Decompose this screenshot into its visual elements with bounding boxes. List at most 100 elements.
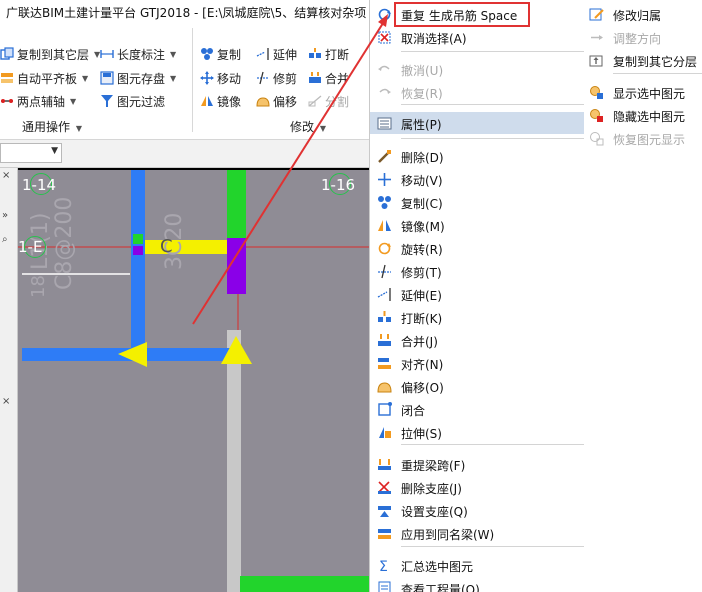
- auto-align-button[interactable]: 自动平齐板 ▼: [0, 68, 88, 88]
- modify-group-text: 修改: [290, 120, 315, 134]
- chevron-down-icon: ▼: [319, 124, 326, 133]
- merge-icon: [377, 333, 392, 348]
- menu-item-copy[interactable]: 复制(C): [370, 191, 585, 213]
- extend-button[interactable]: 延伸: [256, 44, 297, 64]
- trim-button[interactable]: 修剪: [256, 68, 297, 88]
- redo-icon: [377, 85, 392, 100]
- menu-item-sum-selected[interactable]: Σ 汇总选中图元: [370, 554, 585, 576]
- menu-separator: [401, 51, 585, 52]
- menu-separator: [613, 73, 702, 74]
- search-icon[interactable]: ⌕: [2, 234, 8, 245]
- menu-item-offset[interactable]: 偏移(O): [370, 375, 585, 397]
- beam-green[interactable]: [227, 170, 246, 240]
- auto-align-label: 自动平齐板: [17, 71, 78, 86]
- drawing-canvas[interactable]: L1(1) C8@200 3C20 18 C 1-14 1-16 1-E: [18, 168, 375, 592]
- close-icon[interactable]: ×: [2, 396, 10, 407]
- window-title: 广联达BIM土建计量平台 GTJ2018 - [E:\凤城庭院\5、结算核对杂项: [6, 6, 367, 20]
- common-ops-group-text: 通用操作: [22, 120, 71, 134]
- two-point-axis-button[interactable]: 两点辅轴 ▼: [0, 91, 76, 111]
- menu-item-label: 复制(C): [401, 197, 443, 211]
- modify-group-label[interactable]: 修改 ▼: [290, 118, 326, 135]
- chevron-down-icon: ▼: [82, 73, 89, 83]
- menu-item-reextract-span[interactable]: 重提梁跨(F): [370, 453, 585, 475]
- set-support-icon: [377, 503, 392, 518]
- cancel-select-icon: [377, 30, 392, 45]
- copy-to-layer-icon: [589, 53, 604, 68]
- copy-icon: [200, 47, 214, 61]
- menu-item-copy-to-layer[interactable]: 复制到其它分层: [584, 49, 702, 71]
- offset-button[interactable]: 偏移: [256, 91, 297, 111]
- menu-item-adjust-direction: 调整方向: [584, 26, 702, 48]
- beam-vertical-blue[interactable]: [131, 170, 145, 355]
- menu-item-stretch[interactable]: 拉伸(S): [370, 421, 585, 443]
- menu-item-edit-attribution[interactable]: 修改归属: [584, 3, 702, 25]
- menu-item-move[interactable]: 移动(V): [370, 168, 585, 190]
- split-button[interactable]: 分割: [308, 91, 349, 111]
- copy-to-floor-button[interactable]: 复制到其它层 ▼: [0, 44, 100, 64]
- break-icon: [308, 47, 322, 61]
- menu-item-delete-support[interactable]: 删除支座(J): [370, 476, 585, 498]
- left-panel-strip: × » ⌕ ×: [0, 168, 18, 592]
- sum-selected-icon: Σ: [377, 558, 392, 575]
- context-menu: 重复 生成吊筋 Space 取消选择(A) 撤消(U) 恢复(R) 属性(P) 删除(D)…: [369, 0, 585, 592]
- menu-item-mirror[interactable]: 镜像(M): [370, 214, 585, 236]
- menu-item-label: 旋转(R): [401, 243, 443, 257]
- column-purple[interactable]: [227, 238, 246, 294]
- properties-icon: [377, 116, 392, 131]
- merge-button[interactable]: 合并: [308, 68, 349, 88]
- break-button[interactable]: 打断: [308, 44, 349, 64]
- close-icon[interactable]: ×: [2, 170, 10, 181]
- menu-item-close-shape[interactable]: 闭合: [370, 398, 585, 420]
- offset-icon: [377, 379, 392, 394]
- menu-separator: [401, 546, 585, 547]
- chevron-down-icon: ▼: [170, 49, 177, 59]
- menu-item-label: 修剪(T): [401, 266, 442, 280]
- trim-label: 修剪: [273, 71, 298, 86]
- two-point-axis-label: 两点辅轴: [17, 94, 66, 109]
- beam-green-bottom[interactable]: [240, 576, 375, 592]
- wall-strip: [227, 330, 241, 592]
- move-button[interactable]: 移动: [200, 68, 241, 88]
- menu-item-rotate[interactable]: 旋转(R): [370, 237, 585, 259]
- common-ops-group-label[interactable]: 通用操作 ▼: [22, 118, 82, 135]
- reextract-span-icon: [377, 457, 392, 472]
- menu-item-label: 显示选中图元: [613, 87, 686, 101]
- mirror-icon: [200, 94, 214, 108]
- menu-item-label: 重提梁跨(F): [401, 459, 466, 473]
- menu-item-break[interactable]: 打断(K): [370, 306, 585, 328]
- menu-item-label: 删除(D): [401, 151, 444, 165]
- beam-yellow[interactable]: [145, 240, 231, 254]
- beam-label: C: [160, 236, 173, 257]
- menu-item-align[interactable]: 对齐(N): [370, 352, 585, 374]
- menu-item-undo: 撤消(U): [370, 58, 585, 80]
- floor-select[interactable]: ▼: [0, 143, 62, 163]
- menu-separator: [401, 444, 585, 445]
- menu-item-hide-selected[interactable]: 隐藏选中图元: [584, 104, 702, 126]
- menu-item-cancel-select[interactable]: 取消选择(A): [370, 26, 585, 48]
- menu-item-label: 查看工程量(Q): [401, 583, 480, 592]
- mirror-button[interactable]: 镜像: [200, 91, 241, 111]
- copy-to-floor-icon: [0, 47, 14, 61]
- menu-item-trim[interactable]: 修剪(T): [370, 260, 585, 282]
- ribbon: 复制到其它层 ▼ 自动平齐板 ▼ 两点辅轴 ▼ 长度标注 ▼ 图元存盘 ▼ 图元…: [0, 22, 375, 140]
- save-element-button[interactable]: 图元存盘 ▼: [100, 68, 176, 88]
- menu-item-label: 属性(P): [401, 118, 442, 132]
- element-filter-label: 图元过滤: [117, 94, 166, 109]
- menu-separator: [401, 138, 585, 139]
- menu-item-show-selected[interactable]: 显示选中图元: [584, 81, 702, 103]
- menu-item-set-support[interactable]: 设置支座(Q): [370, 499, 585, 521]
- break-icon: [377, 310, 392, 325]
- menu-item-merge[interactable]: 合并(J): [370, 329, 585, 351]
- menu-item-properties[interactable]: 属性(P): [370, 112, 585, 134]
- trim-icon: [377, 264, 392, 279]
- copy-button[interactable]: 复制: [200, 44, 241, 64]
- menu-item-delete[interactable]: 删除(D): [370, 145, 585, 167]
- delete-support-icon: [377, 480, 392, 495]
- menu-item-view-quantity[interactable]: 查看工程量(Q): [370, 577, 585, 592]
- menu-item-extend[interactable]: 延伸(E): [370, 283, 585, 305]
- break-label: 打断: [325, 47, 350, 62]
- element-filter-button[interactable]: 图元过滤: [100, 91, 165, 111]
- length-mark-button[interactable]: 长度标注 ▼: [100, 44, 176, 64]
- menu-item-apply-same-beam[interactable]: 应用到同名梁(W): [370, 522, 585, 544]
- expand-icon[interactable]: »: [2, 210, 8, 221]
